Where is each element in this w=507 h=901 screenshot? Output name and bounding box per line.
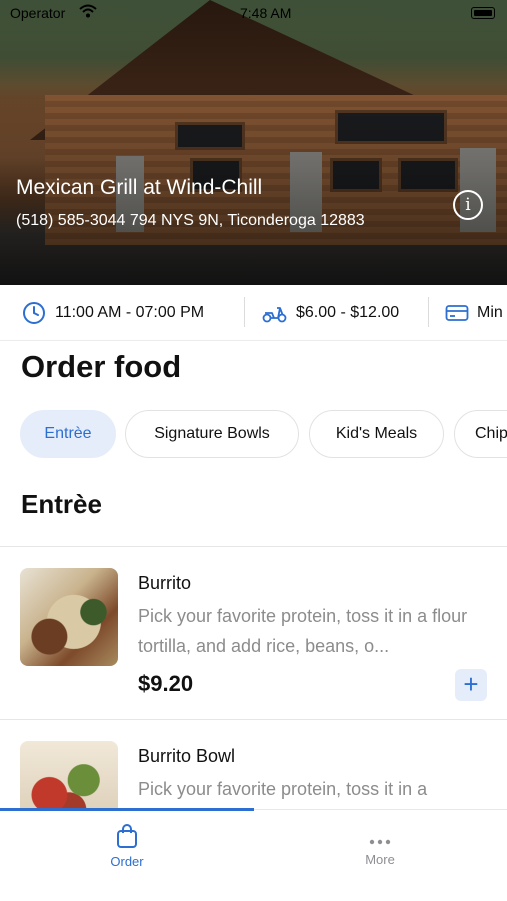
divider [428, 297, 429, 327]
menu-item[interactable]: Burrito Bowl Pick your favorite protein,… [0, 720, 507, 809]
tab-order[interactable]: Order [0, 810, 254, 901]
category-chip-entree[interactable]: Entrèe [20, 410, 116, 458]
restaurant-name: Mexican Grill at Wind-Chill [16, 176, 263, 199]
tab-more[interactable]: More [253, 810, 507, 901]
menu-item-image [20, 741, 118, 809]
menu-item-description: Pick your favorite protein, toss it in a [138, 779, 428, 799]
battery-icon [471, 7, 495, 19]
divider [244, 297, 245, 327]
restaurant-address: (518) 585-3044 794 NYS 9N, Ticonderoga 1… [16, 212, 365, 229]
status-bar: Operator 7:48 AM [10, 4, 497, 23]
hours-info: 11:00 AM - 07:00 PM [22, 285, 205, 340]
bottom-tab-bar: Order More [0, 808, 507, 901]
add-to-cart-button[interactable]: + [455, 669, 487, 701]
tab-order-label: Order [110, 854, 144, 869]
menu-item-price: $9.20 [138, 671, 194, 696]
more-dots-icon [369, 832, 391, 850]
shopping-bag-icon [116, 824, 138, 853]
menu-item-image [20, 568, 118, 666]
menu-item-name: Burrito [138, 573, 192, 593]
wifi-icon [79, 4, 97, 21]
menu-item-name: Burrito Bowl [138, 746, 236, 766]
menu-item-description: Pick your favorite protein, toss it in a… [138, 606, 468, 656]
restaurant-hero: Operator 7:48 AM Mexican Grill at Wind-C… [0, 0, 507, 285]
hours-text: 11:00 AM - 07:00 PM [55, 304, 205, 321]
min-order-info: Min [445, 285, 503, 340]
menu-item[interactable]: Burrito Pick your favorite protein, toss… [0, 547, 507, 719]
info-icon[interactable]: i [453, 190, 483, 220]
category-chip-chips[interactable]: Chips [454, 410, 507, 458]
section-title: Entrèe [21, 489, 102, 519]
scooter-icon [262, 302, 287, 324]
delivery-fee-text: $6.00 - $12.00 [296, 304, 400, 321]
delivery-info: $6.00 - $12.00 [262, 285, 400, 340]
restaurant-info-bar: 11:00 AM - 07:00 PM $6.00 - $12.00 Min [0, 285, 507, 341]
category-tabs: Entrèe Signature Bowls Kid's Meals Chips [0, 409, 507, 461]
hero-shade [0, 0, 507, 285]
tab-more-label: More [365, 852, 395, 867]
credit-card-icon [445, 303, 469, 323]
category-chip-signature-bowls[interactable]: Signature Bowls [125, 410, 299, 458]
status-time: 7:48 AM [240, 5, 292, 21]
page-title: Order food [21, 349, 182, 384]
carrier-label: Operator [10, 5, 66, 21]
clock-icon [22, 301, 46, 325]
min-order-text: Min [477, 304, 503, 321]
category-chip-kids-meals[interactable]: Kid's Meals [309, 410, 444, 458]
